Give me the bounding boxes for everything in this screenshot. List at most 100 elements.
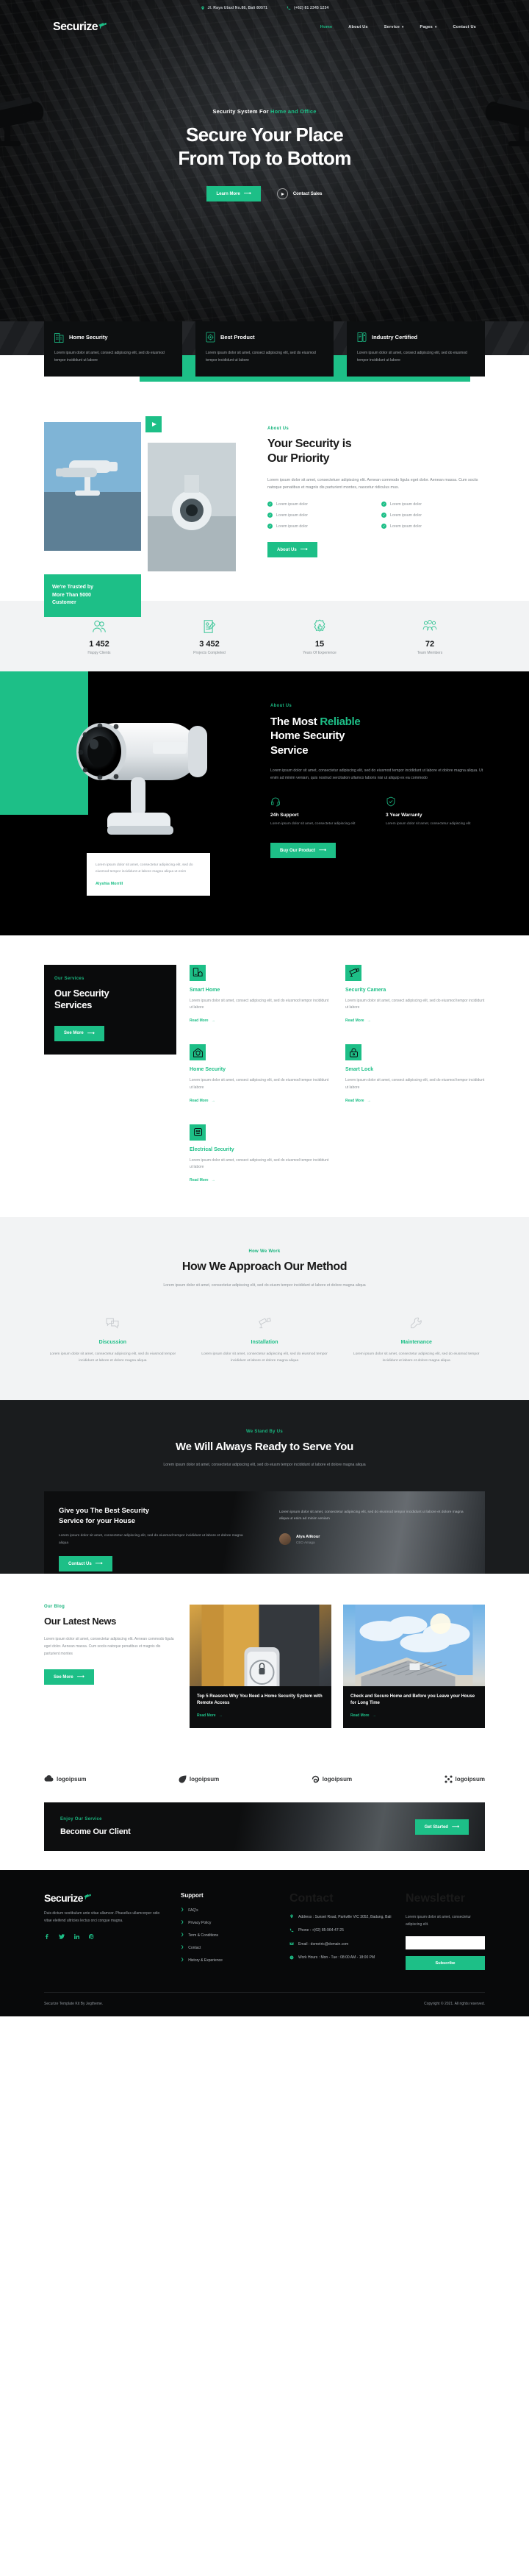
- news-see-more-button[interactable]: See More ⟶: [44, 1669, 94, 1685]
- arrow-right-icon: →: [367, 1018, 371, 1023]
- map-pin-icon: [201, 6, 204, 10]
- team-icon: [375, 617, 485, 635]
- news-text: Lorem ipsum dolor sit amet, consectetur …: [44, 1637, 174, 1656]
- testimonial-card: Lorem ipsum dolor sit amet, consectetur …: [87, 853, 210, 896]
- buy-product-button[interactable]: Buy Our Product ⟶: [270, 843, 337, 859]
- nav-item-home[interactable]: Home: [320, 25, 332, 29]
- brand-logo[interactable]: Securize: [53, 21, 107, 34]
- news-title: Our Latest News: [44, 1615, 117, 1627]
- footer-link-label: History & Experience: [188, 1958, 223, 1963]
- testimonial-text: Lorem ipsum dolor sit amet, consectetur …: [96, 863, 193, 874]
- about-title-line1: Your Security is: [267, 437, 352, 450]
- feature-card-home-security[interactable]: Home Security Lorem ipsum dolor sit amet…: [44, 321, 182, 377]
- footer-logo[interactable]: Securize: [44, 1892, 168, 1904]
- about-button[interactable]: About Us ⟶: [267, 542, 317, 558]
- check-label: Lorem ipsum dolor: [390, 513, 422, 518]
- facebook-icon[interactable]: [44, 1934, 49, 1941]
- hero-title: Secure Your Place From Top to Bottom: [0, 124, 529, 170]
- news-read-more-link[interactable]: Read More →: [350, 1713, 376, 1718]
- feature-card-header: Best Product: [206, 332, 323, 343]
- get-started-button[interactable]: Get Started ⟶: [414, 1819, 469, 1835]
- footer-link-terms[interactable]: ❯ Term & Conditions: [181, 1933, 276, 1938]
- nav-item-service[interactable]: Service ▾: [384, 25, 404, 29]
- shield-warranty-icon: [386, 796, 485, 808]
- cctv-camera-icon: [98, 22, 107, 29]
- footer-link-privacy[interactable]: ❯ Privacy Policy: [181, 1920, 276, 1926]
- nav-item-pages[interactable]: Pages ▾: [420, 25, 437, 29]
- reliable-title-accent: Reliable: [320, 715, 361, 728]
- hero-contact-sales-link[interactable]: Contact Sales: [276, 188, 323, 200]
- news-card-leave-house[interactable]: Check and Secure Home and Before you Lea…: [343, 1604, 485, 1728]
- nav-item-contact[interactable]: Contact Us: [453, 25, 476, 29]
- newsletter-email-input[interactable]: [406, 1936, 485, 1950]
- about-play-button[interactable]: [145, 415, 162, 432]
- cta-subtitle: Lorem ipsum dolor sit amet, consectetur …: [163, 1463, 366, 1467]
- reliable-title-line1: The Most Reliable: [270, 715, 485, 729]
- feature-cards: Home Security Lorem ipsum dolor sit amet…: [44, 321, 485, 377]
- trusted-badge: We're Trusted by More Than 5000 Customer: [44, 574, 141, 617]
- service-card-smart-home[interactable]: Smart Home Lorem ipsum dolor sit amet, c…: [190, 964, 329, 1026]
- promo-left: Give you The Best Security Service for y…: [44, 1491, 264, 1574]
- footer-about-text: Duis dictum vestibulum ante vitae ullamc…: [44, 1910, 160, 1923]
- method-eyebrow: How We Work: [248, 1249, 281, 1254]
- service-read-more-link[interactable]: Read More →: [345, 1099, 371, 1103]
- nav-menu: Home About Us Service ▾ Pages ▾ Contact Us: [320, 25, 476, 29]
- service-read-more-link[interactable]: Read More →: [190, 1018, 215, 1023]
- chevron-down-icon: ▾: [402, 25, 404, 29]
- document-pen-icon: [154, 617, 264, 635]
- arrow-right-icon: ⟶: [87, 1030, 95, 1036]
- cloud-logo-icon: [44, 1775, 54, 1782]
- promo-contact-button[interactable]: Contact Us ⟶: [59, 1556, 112, 1572]
- footer-contact-phone[interactable]: Phone : +(62) 85-964-47-25: [289, 1927, 392, 1935]
- footer-contact-text: Phone : +(62) 85-964-47-25: [298, 1928, 344, 1933]
- footer-contact-email[interactable]: Email : dometric@domain.com: [289, 1941, 392, 1949]
- twitter-icon[interactable]: [59, 1934, 65, 1941]
- feature-card-best-product[interactable]: Best Product Lorem ipsum dolor sit amet,…: [195, 321, 334, 377]
- reliable-feature-title: 3 Year Warranty: [386, 813, 422, 818]
- footer-link-faqs[interactable]: ❯ FAQ's: [181, 1908, 276, 1913]
- footer-contact-column: Contact Address : Sunset Road, Parkville…: [289, 1892, 392, 1971]
- services-see-more-button[interactable]: See More ⟶: [54, 1025, 104, 1041]
- service-card-electrical-security[interactable]: Electrical Security Lorem ipsum dolor si…: [190, 1124, 329, 1185]
- become-client-action: Get Started ⟶: [414, 1819, 469, 1835]
- headset-support-icon: [270, 796, 370, 808]
- hero-learn-more-button[interactable]: Learn More ⟶: [206, 186, 261, 202]
- arrow-right-icon: →: [372, 1713, 376, 1718]
- pinterest-icon[interactable]: [88, 1934, 94, 1941]
- linkedin-icon[interactable]: [73, 1934, 80, 1941]
- news-card-remote-access[interactable]: Top 5 Reasons Why You Need a Home Securi…: [190, 1604, 331, 1728]
- footer-link-contact[interactable]: ❯ Contact: [181, 1945, 276, 1951]
- news-read-more-label: Read More: [197, 1713, 216, 1718]
- newsletter-subscribe-button[interactable]: Subscribe: [406, 1956, 485, 1971]
- footer-link-label: FAQ's: [188, 1908, 198, 1913]
- service-read-more-label: Read More: [190, 1098, 209, 1103]
- stat-projects-completed: 3 452 Projects Completed: [154, 617, 264, 655]
- reliable-feature-support: 24h Support Lorem ipsum dolor sit amet, …: [270, 796, 370, 828]
- trusted-line1: We're Trusted by: [52, 585, 93, 590]
- service-card-smart-lock[interactable]: Smart Lock Lorem ipsum dolor sit amet, c…: [345, 1044, 485, 1105]
- stat-value: 72: [425, 639, 435, 649]
- partner-logo-3: logoipsum: [312, 1775, 352, 1783]
- stat-value: 15: [314, 639, 325, 649]
- feature-card-industry-certified[interactable]: Industry Certified Lorem ipsum dolor sit…: [347, 321, 485, 377]
- arrow-right-icon: ⟶: [451, 1824, 459, 1830]
- footer-link-history[interactable]: ❯ History & Experience: [181, 1958, 276, 1963]
- news-intro: Our Blog Our Latest News Lorem ipsum dol…: [44, 1605, 176, 1728]
- arrow-right-icon: →: [211, 1178, 215, 1182]
- chevron-right-icon: ❯: [181, 1932, 184, 1937]
- service-read-more-link[interactable]: Read More →: [345, 1018, 371, 1023]
- feature-cards-section: Home Security Lorem ipsum dolor sit amet…: [0, 321, 529, 382]
- reliable-feature-text: Lorem ipsum dolor sit amet, consectetur …: [270, 822, 356, 827]
- reliable-title-line3: Service: [270, 743, 309, 757]
- service-card-home-security[interactable]: Home Security Lorem ipsum dolor sit amet…: [190, 1044, 329, 1105]
- nav-item-about[interactable]: About Us: [348, 25, 367, 29]
- topbar-phone[interactable]: (+62) 81 2345 1234: [287, 6, 328, 10]
- news-read-more-link[interactable]: Read More →: [197, 1713, 223, 1718]
- about-copy: About Us Your Security is Our Priority L…: [267, 422, 485, 571]
- service-read-more-link[interactable]: Read More →: [190, 1099, 215, 1103]
- service-card-security-camera[interactable]: Security Camera Lorem ipsum dolor sit am…: [345, 964, 485, 1026]
- service-card-title: Electrical Security: [190, 1146, 234, 1152]
- reliable-copy: About Us The Most Reliable Home Security…: [270, 704, 485, 859]
- service-read-more-link[interactable]: Read More →: [190, 1178, 215, 1182]
- about-photo-dome: [148, 442, 236, 571]
